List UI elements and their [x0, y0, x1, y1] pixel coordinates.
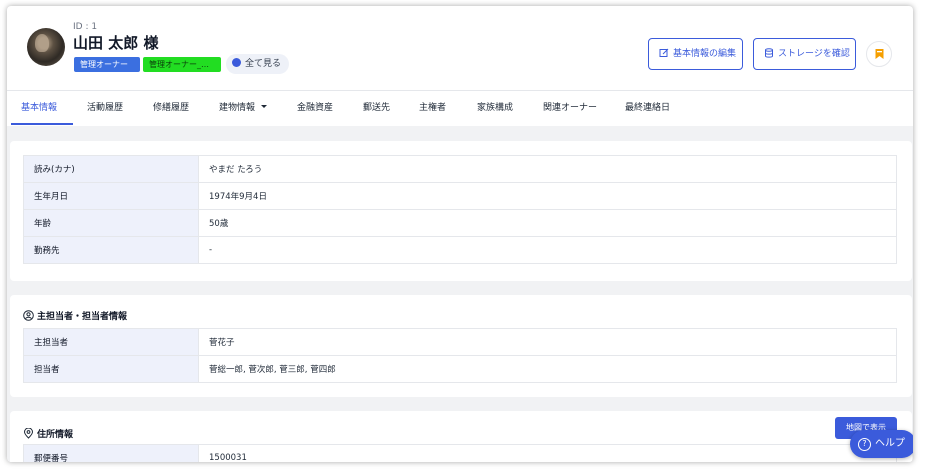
question-icon: ?: [858, 438, 871, 451]
row-label: 勤務先: [23, 236, 199, 264]
table-row: 担当者 菅総一郎, 菅次郎, 菅三郎, 菅四郎: [23, 355, 897, 383]
row-value: 1974年9月4日: [198, 182, 897, 210]
owner-name: 山田 太郎 様: [73, 34, 159, 52]
tab-building-info-label: 建物情報: [219, 103, 256, 113]
database-icon: [765, 48, 773, 58]
bookmark-icon: [875, 49, 884, 59]
edit-basic-info-button[interactable]: 基本情報の編集: [648, 38, 743, 70]
address-section-title: 住所情報: [23, 427, 73, 440]
tab-related-owners[interactable]: 関連オーナー: [543, 91, 597, 127]
tab-basic-info[interactable]: 基本情報: [21, 91, 57, 127]
row-label: 読み(カナ): [23, 155, 199, 183]
tab-last-contact[interactable]: 最終連絡日: [625, 91, 670, 127]
tag-owner-2[interactable]: 管理オーナー_…: [143, 57, 221, 72]
staff-info-card: 主担当者・担当者情報 主担当者 菅花子 担当者 菅総一郎, 菅次郎, 菅三郎, 菅四…: [10, 295, 912, 397]
tag-owner[interactable]: 管理オーナー: [74, 57, 140, 72]
active-tab-indicator: [11, 123, 73, 125]
tab-rights-holder[interactable]: 主権者: [419, 91, 446, 127]
row-label: 生年月日: [23, 182, 199, 210]
check-storage-button[interactable]: ストレージを確認: [753, 38, 856, 70]
address-title-label: 住所情報: [37, 430, 74, 440]
table-row: 勤務先 -: [23, 236, 897, 264]
address-info-card: 住所情報 郵便番号 1500031: [10, 411, 912, 462]
row-label: 年齢: [23, 209, 199, 237]
edit-icon: [659, 48, 669, 57]
row-value: -: [198, 236, 897, 264]
dot-icon: [232, 58, 241, 67]
tab-bar: 基本情報 活動履歴 修繕履歴 建物情報 金融資産 郵送先 主権者 家族構成 関連…: [7, 90, 913, 126]
staff-title-label: 主担当者・担当者情報: [37, 312, 128, 322]
caret-down-icon: [261, 105, 268, 108]
row-value: 菅総一郎, 菅次郎, 菅三郎, 菅四郎: [198, 355, 897, 383]
row-value: やまだ たろう: [198, 155, 897, 183]
app-frame: ID : 1 山田 太郎 様 管理オーナー 管理オーナー_… 全て見る 基本情報…: [7, 6, 913, 462]
table-row: 主担当者 菅花子: [23, 328, 897, 356]
row-label: 担当者: [23, 355, 199, 383]
edit-button-label: 基本情報の編集: [673, 49, 737, 59]
table-row: 郵便番号 1500031: [23, 444, 897, 462]
location-icon: [23, 427, 34, 439]
avatar: [27, 28, 65, 66]
table-row: 読み(カナ) やまだ たろう: [23, 155, 897, 183]
staff-section-title: 主担当者・担当者情報: [23, 309, 127, 322]
tab-financial-assets[interactable]: 金融資産: [297, 91, 333, 127]
tab-family[interactable]: 家族構成: [477, 91, 513, 127]
table-row: 生年月日 1974年9月4日: [23, 182, 897, 210]
address-info-table: 郵便番号 1500031: [23, 444, 897, 462]
user-circle-icon: [23, 310, 34, 321]
owner-header: ID : 1 山田 太郎 様 管理オーナー 管理オーナー_… 全て見る 基本情報…: [7, 6, 913, 126]
basic-info-card: 読み(カナ) やまだ たろう 生年月日 1974年9月4日 年齢 50歳 勤務先 -: [10, 141, 912, 281]
tab-building-info[interactable]: 建物情報: [219, 91, 268, 127]
help-label: ヘルプ: [875, 438, 905, 449]
see-all-label: 全て見る: [245, 59, 282, 69]
owner-id: ID : 1: [73, 22, 98, 32]
basic-info-table: 読み(カナ) やまだ たろう 生年月日 1974年9月4日 年齢 50歳 勤務先 -: [23, 155, 897, 264]
row-value: 50歳: [198, 209, 897, 237]
row-value: 菅花子: [198, 328, 897, 356]
bookmark-button[interactable]: [866, 41, 892, 67]
staff-info-table: 主担当者 菅花子 担当者 菅総一郎, 菅次郎, 菅三郎, 菅四郎: [23, 328, 897, 383]
table-row: 年齢 50歳: [23, 209, 897, 237]
help-button[interactable]: ? ヘルプ: [850, 430, 913, 458]
storage-button-label: ストレージを確認: [778, 49, 850, 59]
tab-mailing-address[interactable]: 郵送先: [363, 91, 390, 127]
see-all-tags-button[interactable]: 全て見る: [226, 54, 290, 74]
tab-repair-history[interactable]: 修繕履歴: [153, 91, 189, 127]
row-label: 郵便番号: [23, 444, 199, 462]
row-label: 主担当者: [23, 328, 199, 356]
tab-activity-history[interactable]: 活動履歴: [87, 91, 123, 127]
row-value: 1500031: [198, 444, 897, 462]
